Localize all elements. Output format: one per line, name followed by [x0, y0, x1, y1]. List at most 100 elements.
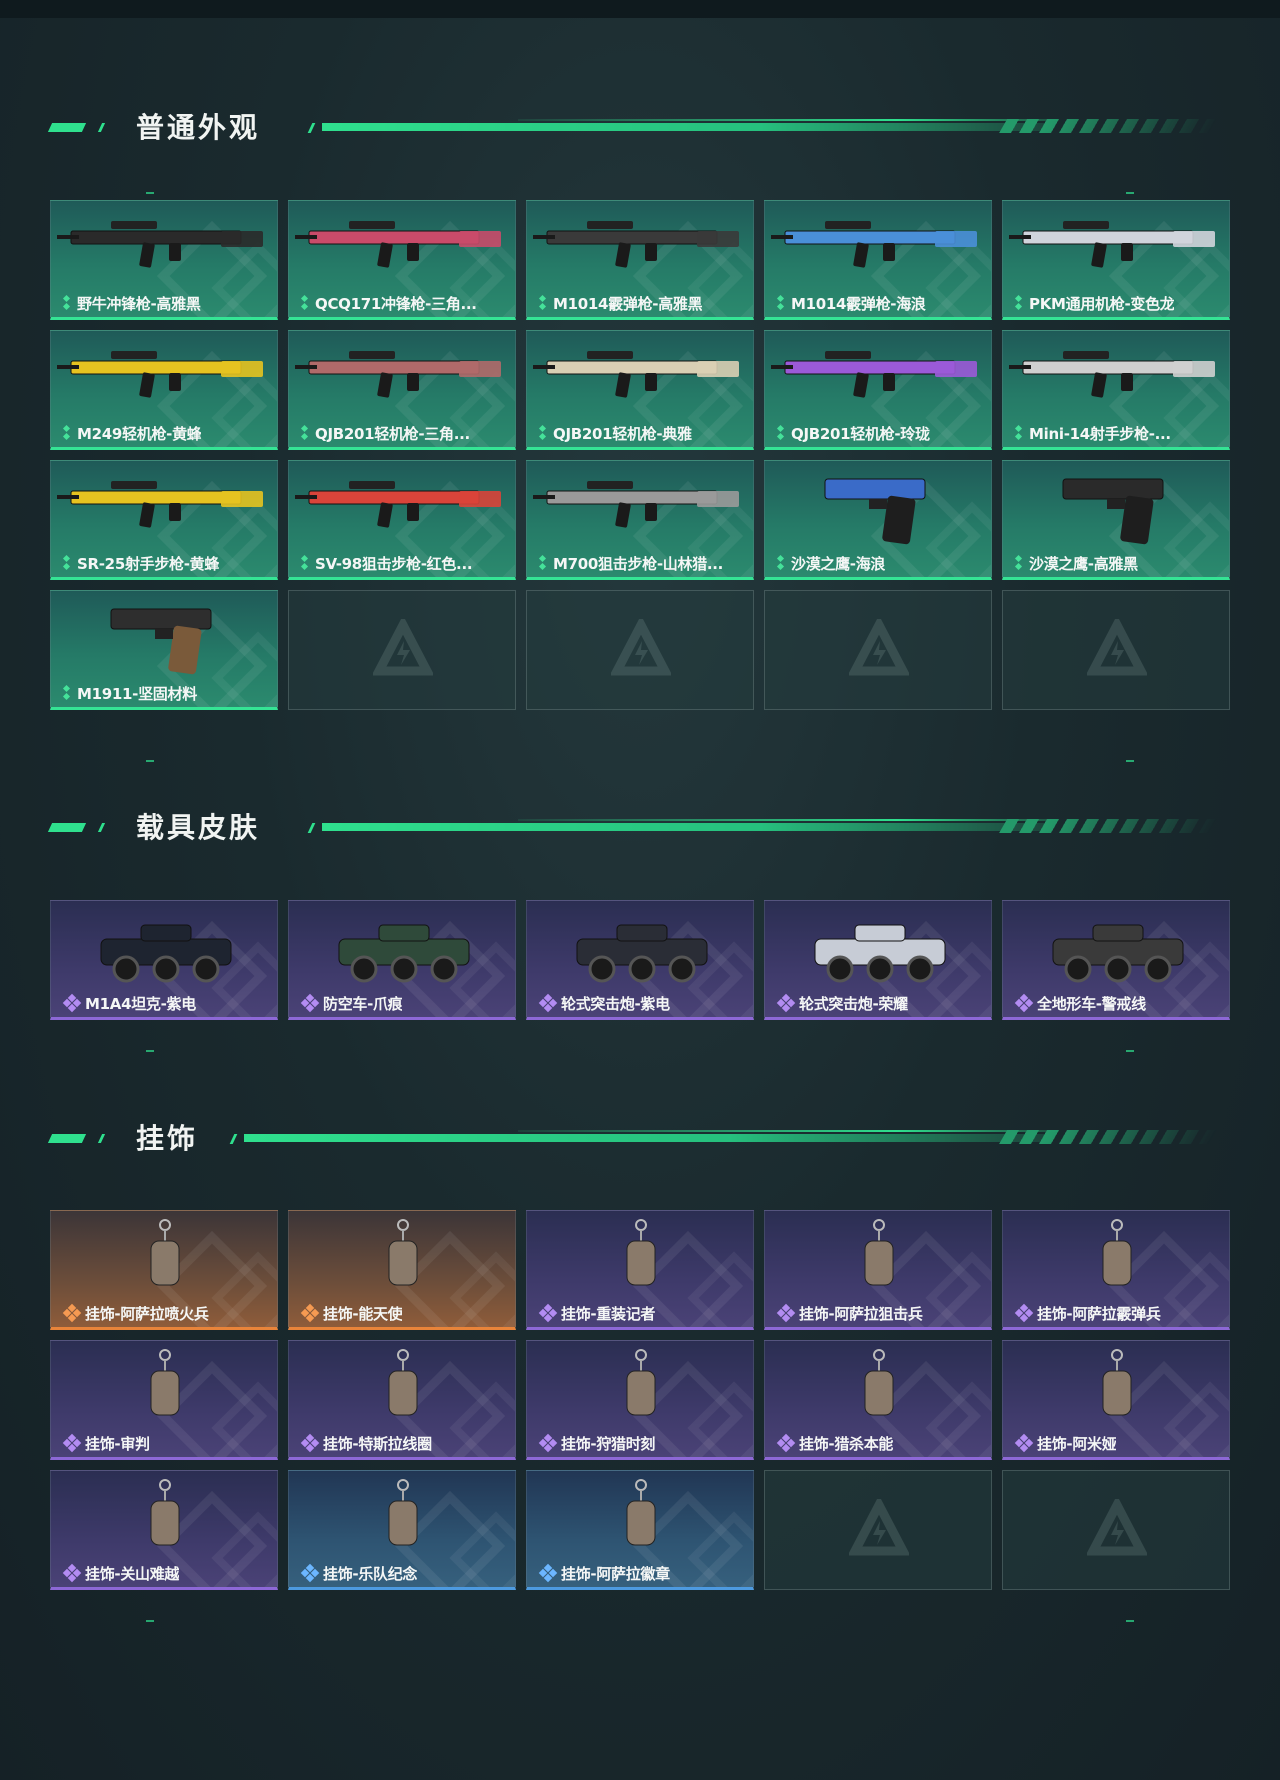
weapon-card[interactable]: M249轻机枪-黄蜂 [50, 330, 278, 450]
card-label-text: 野牛冲锋枪-高雅黑 [77, 294, 201, 313]
rarity-icon [539, 425, 547, 441]
light-machine-gun-icon [289, 331, 515, 421]
rarity-icon [777, 425, 785, 441]
charm-card[interactable]: 挂饰-特斯拉线圈 [288, 1340, 516, 1460]
figure-charm-icon [51, 1211, 277, 1301]
header-accent [97, 1134, 106, 1143]
rifle-icon [1003, 331, 1229, 421]
rarity-icon [62, 1433, 82, 1453]
charm-card[interactable]: 挂饰-狩猎时刻 [526, 1340, 754, 1460]
header-bar [322, 123, 1052, 131]
weapon-card[interactable]: SR-25射手步枪-黄蜂 [50, 460, 278, 580]
header-tick [307, 823, 316, 833]
weapon-card[interactable]: PKM通用机枪-变色龙 [1002, 200, 1230, 320]
card-label-text: 挂饰-关山难越 [85, 1564, 180, 1583]
rarity-icon [300, 1303, 320, 1323]
medal-charm-icon [527, 1471, 753, 1561]
weapon-card[interactable]: SV-98狙击步枪-红色... [288, 460, 516, 580]
card-label: 挂饰-能天使 [300, 1303, 402, 1323]
card-label-text: M249轻机枪-黄蜂 [77, 424, 202, 443]
rarity-icon [1014, 1433, 1034, 1453]
weapon-card[interactable]: Mini-14射手步枪-... [1002, 330, 1230, 450]
weapon-card[interactable]: QJB201轻机枪-典雅 [526, 330, 754, 450]
card-label-text: 挂饰-阿米娅 [1037, 1434, 1117, 1453]
weapon-card[interactable]: QJB201轻机枪-玲珑 [764, 330, 992, 450]
card-label-text: Mini-14射手步枪-... [1029, 424, 1171, 443]
assault-vehicle-icon [765, 901, 991, 991]
card-label-text: 轮式突击炮-荣耀 [799, 994, 908, 1013]
card-label-text: 沙漠之鹰-高雅黑 [1029, 554, 1138, 573]
vehicle-card[interactable]: 轮式突击炮-紫电 [526, 900, 754, 1020]
charm-card[interactable]: 挂饰-重装记者 [526, 1210, 754, 1330]
figure-charm-icon [527, 1211, 753, 1301]
rarity-icon [776, 993, 796, 1013]
card-label: M249轻机枪-黄蜂 [63, 424, 202, 443]
card-label: M1014霰弹枪-高雅黑 [539, 294, 703, 313]
empty-slot [526, 590, 754, 710]
card-label: M1014霰弹枪-海浪 [777, 294, 926, 313]
corner-marker [146, 192, 154, 194]
capsule-charm-icon [51, 1471, 277, 1561]
card-label-text: M1014霰弹枪-高雅黑 [553, 294, 703, 313]
rarity-icon [776, 1303, 796, 1323]
card-label: QJB201轻机枪-玲珑 [777, 424, 930, 443]
section-header-weapons: 普通外观 [47, 111, 1218, 151]
empty-slot [1002, 590, 1230, 710]
weapon-card[interactable]: 野牛冲锋枪-高雅黑 [50, 200, 278, 320]
header-line [518, 1130, 1058, 1132]
corner-marker [1126, 760, 1134, 762]
card-label-text: 挂饰-狩猎时刻 [561, 1434, 656, 1453]
card-label-text: 挂饰-阿萨拉狙击兵 [799, 1304, 923, 1323]
weapon-card[interactable]: M1014霰弹枪-海浪 [764, 200, 992, 320]
rarity-icon [538, 993, 558, 1013]
weapon-card[interactable]: 沙漠之鹰-海浪 [764, 460, 992, 580]
corner-marker [146, 1050, 154, 1052]
vehicle-card[interactable]: 防空车-爪痕 [288, 900, 516, 1020]
charm-card[interactable]: 挂饰-审判 [50, 1340, 278, 1460]
charm-card[interactable]: 挂饰-阿萨拉喷火兵 [50, 1210, 278, 1330]
rarity-icon [538, 1303, 558, 1323]
card-label: 全地形车-警戒线 [1014, 993, 1146, 1013]
rarity-icon [300, 993, 320, 1013]
rarity-icon [538, 1433, 558, 1453]
rarity-icon [538, 1563, 558, 1583]
card-label: 挂饰-阿萨拉霰弹兵 [1014, 1303, 1161, 1323]
weapon-card[interactable]: M1014霰弹枪-高雅黑 [526, 200, 754, 320]
smg-icon [289, 201, 515, 291]
charm-card[interactable]: 挂饰-阿萨拉徽章 [526, 1470, 754, 1590]
vehicle-card[interactable]: 全地形车-警戒线 [1002, 900, 1230, 1020]
rarity-icon [62, 1563, 82, 1583]
vehicle-card[interactable]: M1A4坦克-紫电 [50, 900, 278, 1020]
weapon-card[interactable]: M1911-坚固材料 [50, 590, 278, 710]
weapon-card[interactable]: QJB201轻机枪-三角... [288, 330, 516, 450]
charm-card[interactable]: 挂饰-阿萨拉霰弹兵 [1002, 1210, 1230, 1330]
card-label-text: QJB201轻机枪-典雅 [553, 424, 692, 443]
charm-card[interactable]: 挂饰-乐队纪念 [288, 1470, 516, 1590]
charm-card[interactable]: 挂饰-阿米娅 [1002, 1340, 1230, 1460]
card-label: Mini-14射手步枪-... [1015, 424, 1171, 443]
card-label: QCQ171冲锋枪-三角... [301, 294, 477, 313]
rarity-icon [300, 1563, 320, 1583]
section-title: 普通外观 [136, 111, 261, 144]
rarity-icon [301, 295, 309, 311]
vehicle-card[interactable]: 轮式突击炮-荣耀 [764, 900, 992, 1020]
weapon-card[interactable]: 沙漠之鹰-高雅黑 [1002, 460, 1230, 580]
corner-marker [146, 1620, 154, 1622]
charm-card[interactable]: 挂饰-关山难越 [50, 1470, 278, 1590]
charm-card[interactable]: 挂饰-阿萨拉狙击兵 [764, 1210, 992, 1330]
card-label-text: 挂饰-特斯拉线圈 [323, 1434, 432, 1453]
corner-marker [1126, 1050, 1134, 1052]
card-label-text: QJB201轻机枪-三角... [315, 424, 470, 443]
charm-card[interactable]: 挂饰-能天使 [288, 1210, 516, 1330]
charm-card[interactable]: 挂饰-猎杀本能 [764, 1340, 992, 1460]
corner-marker [1126, 192, 1134, 194]
card-label: 轮式突击炮-荣耀 [776, 993, 908, 1013]
card-label: 挂饰-审判 [62, 1433, 150, 1453]
card-label-text: 挂饰-审判 [85, 1434, 150, 1453]
rarity-icon [539, 295, 547, 311]
armored-vehicle-icon [289, 901, 515, 991]
weapon-card[interactable]: M700狙击步枪-山林猎... [526, 460, 754, 580]
card-label-text: M1A4坦克-紫电 [85, 994, 196, 1013]
weapon-card[interactable]: QCQ171冲锋枪-三角... [288, 200, 516, 320]
empty-slot [1002, 1470, 1230, 1590]
